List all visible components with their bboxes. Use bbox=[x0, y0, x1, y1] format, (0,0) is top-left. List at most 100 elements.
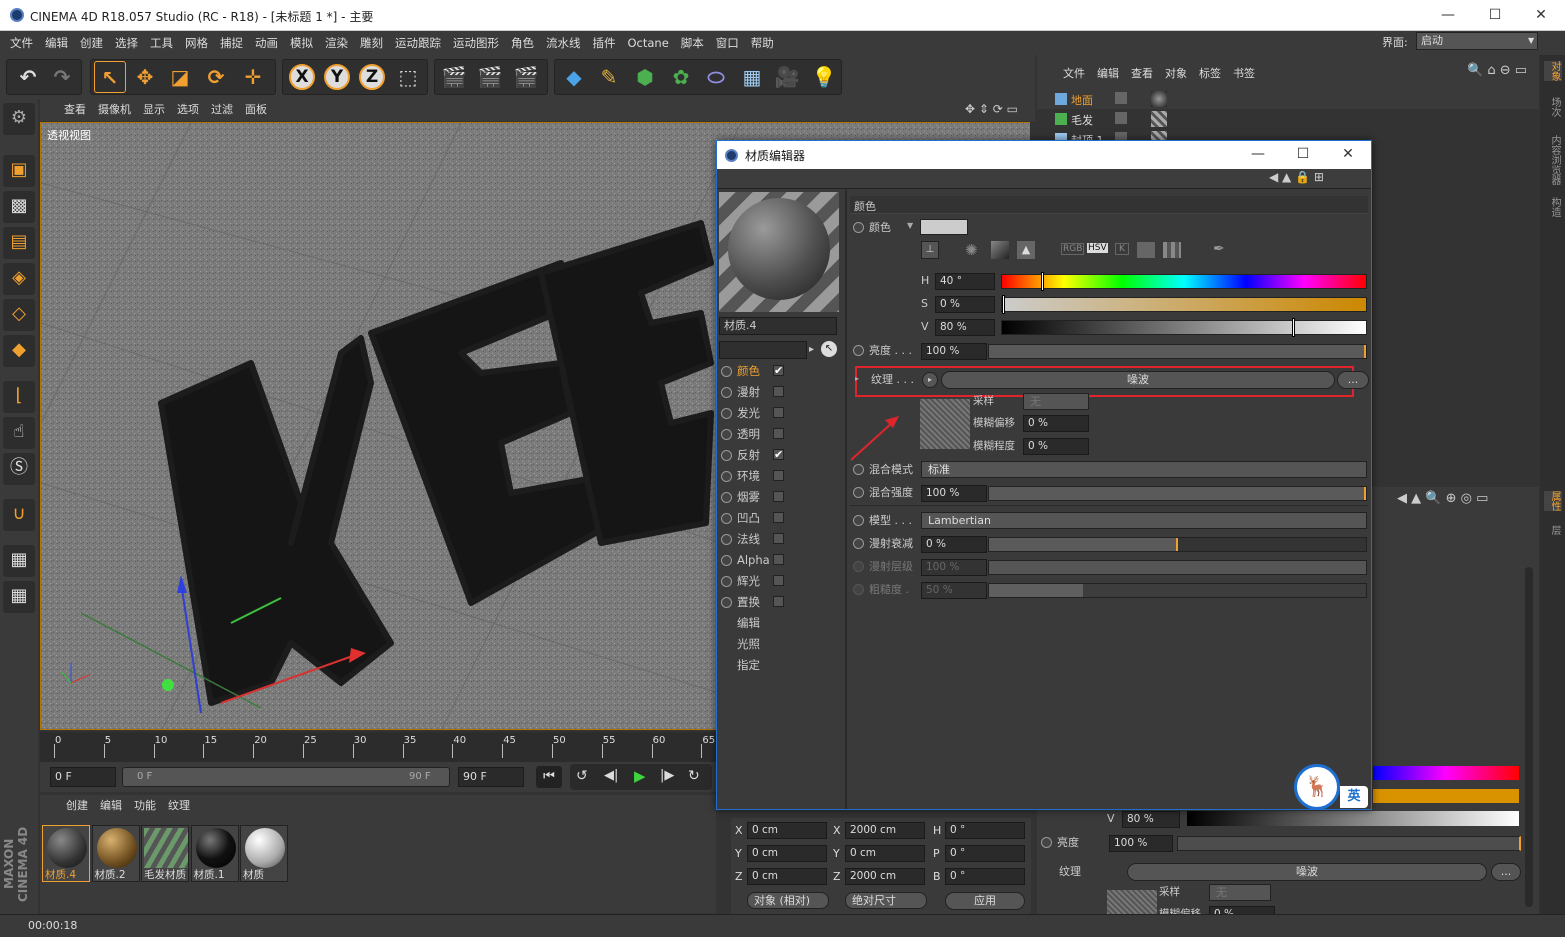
spectrum-icon[interactable]: ✺ bbox=[965, 241, 978, 259]
coordinate-system-icon[interactable]: ⬚ bbox=[392, 61, 424, 93]
sampling-dropdown[interactable]: 无 bbox=[1023, 393, 1089, 410]
s-field[interactable]: 0 % bbox=[935, 296, 995, 313]
attr-hue-bar[interactable] bbox=[1373, 766, 1519, 780]
image-picker-icon[interactable]: ▲ bbox=[1017, 241, 1035, 259]
floor-icon[interactable]: ▦ bbox=[736, 61, 768, 93]
h-field[interactable]: 40 ° bbox=[935, 273, 995, 290]
channel-radio[interactable] bbox=[721, 408, 732, 419]
brightness-slider[interactable] bbox=[988, 344, 1367, 359]
material-thumbnail[interactable]: 材质.2 bbox=[91, 825, 140, 882]
channel-checkbox[interactable] bbox=[773, 575, 784, 586]
blend-mode-dropdown[interactable]: 标准 bbox=[921, 461, 1367, 478]
attr-brightness-field[interactable]: 100 % bbox=[1109, 835, 1173, 852]
hue-handle[interactable] bbox=[1041, 272, 1045, 291]
diffuse-falloff-field[interactable]: 0 % bbox=[921, 536, 987, 553]
subdivision-icon[interactable]: ⬢ bbox=[629, 61, 661, 93]
coord-field[interactable]: 0 cm bbox=[747, 868, 827, 885]
texture-button[interactable]: 噪波 bbox=[941, 371, 1335, 389]
object-menu-item[interactable]: 查看 bbox=[1125, 65, 1159, 81]
grid-snap-icon[interactable]: ▦ bbox=[3, 581, 35, 613]
z-axis-icon[interactable]: Z bbox=[356, 61, 388, 93]
menu-item[interactable]: 脚本 bbox=[675, 31, 710, 55]
coord-field[interactable]: 0 cm bbox=[845, 845, 925, 862]
blur-offset-field[interactable]: 0 % bbox=[1023, 415, 1089, 432]
object-menu-item[interactable]: 编辑 bbox=[1091, 65, 1125, 81]
v-field[interactable]: 80 % bbox=[935, 319, 995, 336]
viewport-menu-item[interactable]: 选项 bbox=[171, 99, 205, 121]
render-settings-icon[interactable]: 🎬 bbox=[510, 61, 542, 93]
coord-size-dropdown[interactable]: 绝对尺寸 bbox=[845, 892, 927, 909]
saturation-handle[interactable] bbox=[1002, 295, 1005, 314]
viewport-menu-item[interactable]: 显示 bbox=[137, 99, 171, 121]
axis-icon[interactable]: ⌊ bbox=[3, 381, 35, 413]
model-mode-icon[interactable]: ▣ bbox=[3, 155, 35, 187]
viewport-menu-item[interactable]: 查看 bbox=[58, 99, 92, 121]
snap-icon[interactable]: Ⓢ bbox=[3, 453, 35, 485]
material-thumbnail[interactable]: 材质 bbox=[240, 825, 288, 882]
render-view-icon[interactable]: 🎬 bbox=[438, 61, 470, 93]
next-frame-icon[interactable]: |▶ bbox=[660, 768, 674, 783]
menu-item[interactable]: 工具 bbox=[144, 31, 179, 55]
color-wheel-icon[interactable]: ⊥ bbox=[921, 241, 939, 259]
picker-arrow-icon[interactable]: ↖ bbox=[821, 341, 837, 357]
texture-more-button[interactable]: ... bbox=[1337, 371, 1369, 389]
coord-field[interactable]: 2000 cm bbox=[845, 868, 925, 885]
channel-checkbox[interactable] bbox=[773, 491, 784, 502]
range-slider[interactable]: 0 F 90 F bbox=[122, 767, 450, 787]
polygons-mode-icon[interactable]: ◆ bbox=[3, 335, 35, 367]
rotate-tool-icon[interactable]: ⟳ bbox=[200, 61, 232, 93]
object-manager-tool-icons[interactable]: 🔍 ⌂ ⊖ ▭ bbox=[1467, 63, 1527, 78]
channel-radio[interactable] bbox=[721, 471, 732, 482]
channel-radio[interactable] bbox=[721, 576, 732, 587]
move-tool-icon[interactable]: ✥ bbox=[129, 61, 161, 93]
camera-icon[interactable]: 🎥 bbox=[771, 61, 803, 93]
editor-close-button[interactable]: ✕ bbox=[1325, 141, 1371, 169]
texture-mode-icon[interactable]: ▩ bbox=[3, 191, 35, 223]
viewport-menu-item[interactable]: 面板 bbox=[239, 99, 273, 121]
value-handle[interactable] bbox=[1292, 318, 1296, 337]
attr-scrollbar[interactable] bbox=[1525, 567, 1533, 907]
light-icon[interactable]: 💡 bbox=[808, 61, 840, 93]
ime-widget[interactable]: 🦌 英 bbox=[1294, 764, 1372, 810]
material-thumbnail[interactable]: 材质.4 bbox=[42, 825, 90, 882]
vertical-tab[interactable]: 内容浏览器 bbox=[1544, 135, 1562, 185]
material-menu-item[interactable]: 纹理 bbox=[162, 797, 196, 815]
menu-item[interactable]: 模拟 bbox=[284, 31, 319, 55]
model-dropdown[interactable]: Lambertian bbox=[921, 512, 1367, 529]
next-key-icon[interactable]: ↻ bbox=[688, 768, 700, 784]
select-tool-icon[interactable]: ↖ bbox=[94, 61, 126, 93]
object-menu-item[interactable]: 对象 bbox=[1159, 65, 1193, 81]
cloner-icon[interactable]: ✿ bbox=[665, 61, 697, 93]
menu-item[interactable]: 创建 bbox=[74, 31, 109, 55]
scale-tool-icon[interactable]: ◪ bbox=[164, 61, 196, 93]
attr-brightness-slider[interactable] bbox=[1177, 836, 1521, 851]
render-picture-viewer-icon[interactable]: 🎬 bbox=[474, 61, 506, 93]
coord-field[interactable]: 0 ° bbox=[945, 822, 1025, 839]
channel-checkbox[interactable] bbox=[773, 533, 784, 544]
menu-item[interactable]: 运动跟踪 bbox=[389, 31, 447, 55]
pen-icon[interactable]: ✎ bbox=[593, 61, 625, 93]
vertical-tab[interactable]: 层 bbox=[1544, 525, 1562, 535]
color-swatch[interactable] bbox=[920, 219, 968, 235]
tag-icon[interactable] bbox=[1151, 111, 1167, 127]
vertical-tab[interactable]: 对象 bbox=[1544, 61, 1562, 81]
vertical-tab[interactable]: 场次 bbox=[1544, 97, 1562, 117]
vertical-tab[interactable]: 构造 bbox=[1544, 197, 1562, 217]
channel-radio[interactable] bbox=[721, 492, 732, 503]
channel-filter-field[interactable] bbox=[719, 341, 807, 359]
channel-checkbox[interactable] bbox=[773, 512, 784, 523]
vertical-tab[interactable]: 属性 bbox=[1544, 491, 1562, 511]
play-icon[interactable]: ▶ bbox=[634, 767, 646, 785]
coord-field[interactable]: 0 cm bbox=[747, 822, 827, 839]
timeline-ruler[interactable]: 0 5 10 15 20 25 30 35 40 45 50 55 60 65 bbox=[40, 732, 716, 762]
kelvin-mode-button[interactable]: K bbox=[1115, 243, 1129, 255]
ime-language-indicator[interactable]: 英 bbox=[1340, 786, 1368, 808]
channel-checkbox[interactable]: ✔ bbox=[773, 449, 784, 460]
coord-field[interactable]: 0 ° bbox=[945, 845, 1025, 862]
x-axis-icon[interactable]: X bbox=[286, 61, 318, 93]
add-tool-icon[interactable]: ✛ bbox=[237, 61, 269, 93]
texture-expand-icon[interactable]: ▸ bbox=[855, 374, 859, 383]
editor-maximize-button[interactable]: ☐ bbox=[1280, 141, 1326, 169]
channel-checkbox[interactable] bbox=[773, 554, 784, 565]
menu-item[interactable]: 动画 bbox=[249, 31, 284, 55]
